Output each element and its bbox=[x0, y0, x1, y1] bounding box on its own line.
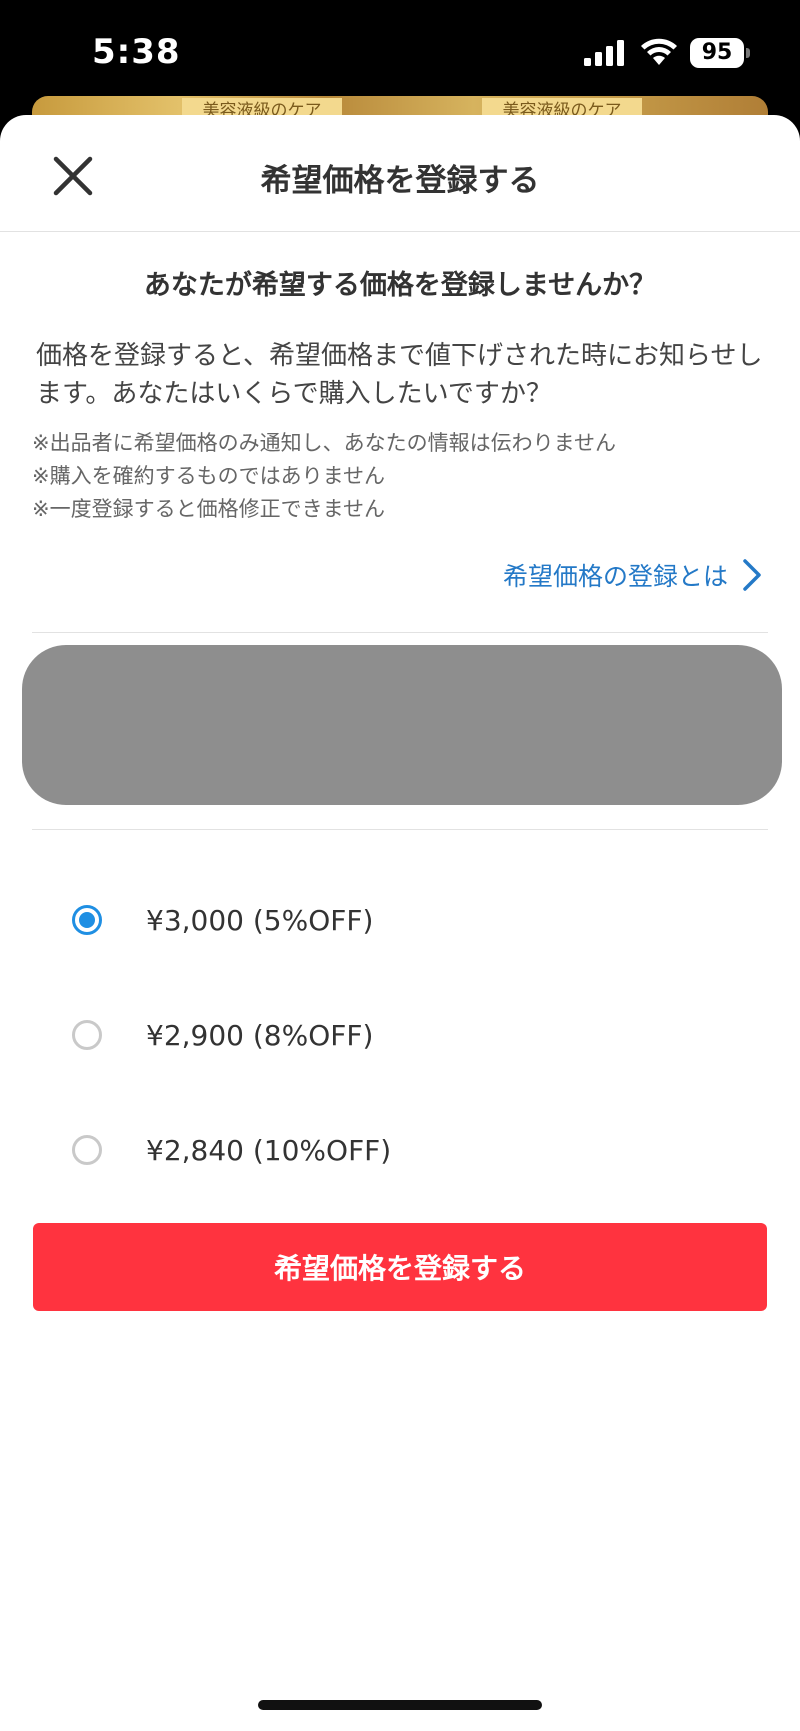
price-option-label: ¥2,840 (10%OFF) bbox=[146, 1133, 392, 1167]
help-link-label: 希望価格の登録とは bbox=[502, 562, 728, 591]
note-item: ※出品者に希望価格のみ通知し、あなたの情報は伝わりません bbox=[32, 431, 616, 455]
battery-icon: 95 bbox=[690, 38, 744, 68]
price-option[interactable]: ¥2,840 (10%OFF) bbox=[70, 1120, 730, 1180]
radio-button[interactable] bbox=[72, 1135, 102, 1165]
note-item: ※購入を確約するものではありません bbox=[32, 464, 385, 488]
radio-button[interactable] bbox=[72, 1020, 102, 1050]
wish-price-sheet: 希望価格を登録する あなたが希望する価格を登録しませんか？ 価格を登録すると、希… bbox=[0, 115, 800, 1731]
chevron-right-icon bbox=[743, 559, 761, 591]
redacted-product-block bbox=[22, 645, 782, 805]
description-text: 価格を登録すると、希望価格まで値下げされた時にお知らせします。あなたはいくらで購… bbox=[36, 341, 763, 409]
divider bbox=[32, 829, 768, 830]
status-bar: 5:38 95 bbox=[0, 0, 800, 100]
notes-list: ※出品者に希望価格のみ通知し、あなたの情報は伝わりません ※購入を確約するもので… bbox=[32, 427, 772, 526]
home-indicator[interactable] bbox=[258, 1700, 542, 1710]
price-option[interactable]: ¥3,000 (5%OFF) bbox=[70, 890, 730, 950]
question-heading: あなたが希望する価格を登録しませんか？ bbox=[143, 270, 657, 301]
radio-button-selected[interactable] bbox=[72, 905, 102, 935]
cellular-signal-icon bbox=[584, 40, 624, 66]
divider bbox=[32, 632, 768, 633]
price-option-label: ¥2,900 (8%OFF) bbox=[146, 1018, 374, 1052]
price-option-label: ¥3,000 (5%OFF) bbox=[146, 903, 374, 937]
note-item: ※一度登録すると価格修正できません bbox=[32, 497, 385, 521]
help-link[interactable]: 希望価格の登録とは bbox=[503, 557, 762, 593]
price-option[interactable]: ¥2,900 (8%OFF) bbox=[70, 1005, 730, 1065]
sheet-title: 希望価格を登録する bbox=[260, 163, 540, 199]
sheet-header: 希望価格を登録する bbox=[0, 115, 800, 232]
status-time: 5:38 bbox=[92, 32, 181, 72]
battery-tip bbox=[746, 48, 750, 58]
phone-screen: 5:38 95 美容液級のケア 美容液級のケア 希望価格を登録する あなたが希望 bbox=[0, 0, 800, 1731]
wifi-icon bbox=[641, 38, 677, 65]
register-wish-price-button[interactable]: 希望価格を登録する bbox=[33, 1223, 767, 1311]
